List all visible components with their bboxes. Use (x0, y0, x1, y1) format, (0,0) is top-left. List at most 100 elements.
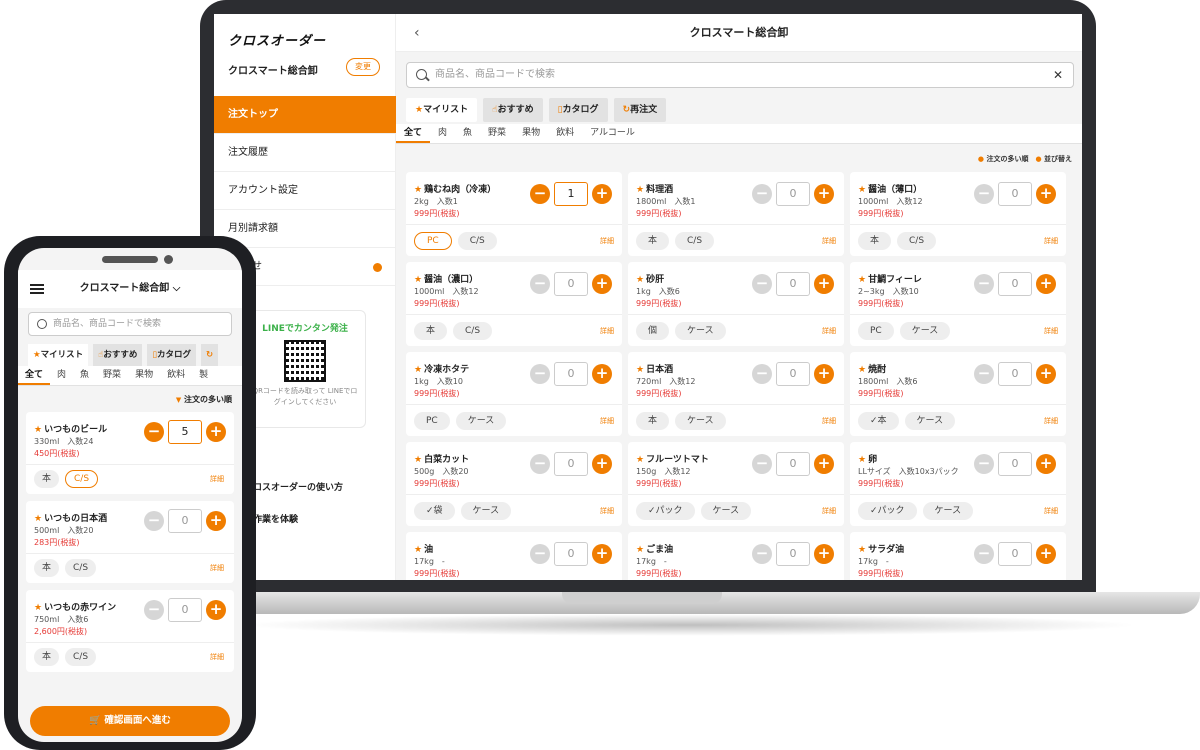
mobile-category-tab[interactable]: 果物 (128, 366, 160, 385)
plus-button[interactable]: + (592, 454, 612, 474)
star-icon[interactable]: ★ (414, 365, 422, 375)
mobile-category-tab[interactable]: 野菜 (96, 366, 128, 385)
minus-button[interactable]: − (144, 600, 164, 620)
plus-button[interactable]: + (206, 600, 226, 620)
unit-option[interactable]: 本 (34, 559, 60, 577)
plus-button[interactable]: + (592, 544, 612, 564)
mobile-search-input[interactable]: 商品名、商品コードで検索 (28, 312, 232, 336)
mobile-sort[interactable]: ▼ 注文の多い順 (176, 394, 232, 405)
unit-option[interactable]: C/S (65, 470, 99, 488)
plus-button[interactable]: + (814, 364, 834, 384)
category-tab[interactable]: 全て (396, 124, 431, 143)
star-icon[interactable]: ★ (858, 185, 866, 195)
quantity-input[interactable]: 0 (998, 272, 1032, 296)
detail-link[interactable]: 詳細 (210, 563, 224, 573)
quantity-input[interactable]: 0 (998, 362, 1032, 386)
unit-option[interactable]: ✓袋 (414, 502, 455, 520)
category-tab[interactable]: 果物 (514, 124, 548, 143)
minus-button[interactable]: − (974, 274, 994, 294)
star-icon[interactable]: ★ (636, 275, 644, 285)
unit-option[interactable]: C/S (65, 648, 97, 666)
mobile-tab-catalog[interactable]: ▯カタログ (147, 344, 197, 366)
quantity-input[interactable]: 0 (554, 362, 588, 386)
quantity-input[interactable]: 0 (776, 182, 810, 206)
star-icon[interactable]: ★ (34, 603, 42, 613)
detail-link[interactable]: 詳細 (600, 326, 614, 336)
minus-button[interactable]: − (974, 364, 994, 384)
sidebar-item-order-history[interactable]: 注文履歴 (214, 134, 396, 172)
plus-button[interactable]: + (1036, 274, 1056, 294)
plus-button[interactable]: + (1036, 454, 1056, 474)
confirm-button[interactable]: 🛒 確認画面へ進む (30, 706, 230, 736)
minus-button[interactable]: − (752, 454, 772, 474)
category-tab[interactable]: 肉 (430, 124, 455, 143)
detail-link[interactable]: 詳細 (600, 416, 614, 426)
minus-button[interactable]: − (530, 544, 550, 564)
mobile-shop-title[interactable]: クロスマート総合卸 ⌵ (80, 283, 181, 294)
plus-button[interactable]: + (1036, 544, 1056, 564)
sort-controls[interactable]: ● 注文の多い順 ● 並び替え (978, 154, 1072, 164)
detail-link[interactable]: 詳細 (1044, 506, 1058, 516)
quantity-input[interactable]: 0 (776, 272, 810, 296)
unit-option[interactable]: ケース (460, 502, 512, 520)
unit-option[interactable]: ✓本 (858, 412, 899, 430)
minus-button[interactable]: − (752, 274, 772, 294)
detail-link[interactable]: 詳細 (822, 326, 836, 336)
minus-button[interactable]: − (974, 184, 994, 204)
mobile-tab-recommend[interactable]: ☝おすすめ (93, 344, 143, 366)
quantity-input[interactable]: 0 (776, 362, 810, 386)
detail-link[interactable]: 詳細 (1044, 236, 1058, 246)
unit-option[interactable]: 個 (636, 322, 670, 340)
plus-button[interactable]: + (592, 364, 612, 384)
mobile-category-tab[interactable]: 魚 (73, 366, 96, 385)
plus-button[interactable]: + (206, 511, 226, 531)
quantity-input[interactable]: 5 (168, 420, 202, 444)
back-chevron-icon[interactable]: ‹ (414, 14, 420, 52)
detail-link[interactable]: 詳細 (600, 506, 614, 516)
plus-button[interactable]: + (814, 544, 834, 564)
detail-link[interactable]: 詳細 (210, 652, 224, 662)
mobile-tab-reorder[interactable]: ↻ (201, 344, 219, 366)
unit-option[interactable]: ケース (455, 412, 507, 430)
mobile-category-tab[interactable]: 全て (18, 366, 51, 385)
quantity-input[interactable]: 0 (776, 452, 810, 476)
quantity-input[interactable]: 0 (998, 452, 1032, 476)
unit-option[interactable]: ケース (904, 412, 956, 430)
minus-button[interactable]: − (144, 511, 164, 531)
menu-icon[interactable] (30, 284, 44, 294)
detail-link[interactable]: 詳細 (1044, 326, 1058, 336)
unit-option[interactable]: C/S (675, 232, 715, 250)
unit-option[interactable]: C/S (897, 232, 937, 250)
star-icon[interactable]: ★ (414, 455, 422, 465)
unit-option[interactable]: 本 (636, 232, 670, 250)
tab-mylist[interactable]: ★マイリスト (406, 98, 478, 122)
plus-button[interactable]: + (1036, 364, 1056, 384)
detail-link[interactable]: 詳細 (822, 506, 836, 516)
unit-option[interactable]: ✓パック (636, 502, 695, 520)
star-icon[interactable]: ★ (34, 514, 42, 524)
star-icon[interactable]: ★ (636, 185, 644, 195)
minus-button[interactable]: − (530, 364, 550, 384)
detail-link[interactable]: 詳細 (822, 416, 836, 426)
unit-option[interactable]: C/S (65, 559, 97, 577)
minus-button[interactable]: − (752, 544, 772, 564)
star-icon[interactable]: ★ (636, 545, 644, 555)
unit-option[interactable]: ケース (675, 322, 726, 340)
unit-option[interactable]: 本 (34, 470, 60, 488)
star-icon[interactable]: ★ (858, 275, 866, 285)
star-icon[interactable]: ★ (414, 185, 422, 195)
mobile-tab-mylist[interactable]: ★マイリスト (28, 344, 89, 366)
star-icon[interactable]: ★ (414, 545, 422, 555)
quantity-input[interactable]: 0 (554, 272, 588, 296)
plus-button[interactable]: + (814, 274, 834, 294)
unit-option[interactable]: ケース (675, 412, 726, 430)
category-tab[interactable]: 魚 (455, 124, 480, 143)
unit-option[interactable]: ケース (922, 502, 974, 520)
search-input[interactable]: 商品名、商品コードで検索 ✕ (406, 62, 1074, 88)
tab-catalog[interactable]: ▯カタログ (548, 98, 608, 122)
tab-reorder[interactable]: ↻再注文 (613, 98, 667, 122)
minus-button[interactable]: − (752, 184, 772, 204)
quantity-input[interactable]: 0 (776, 542, 810, 566)
quantity-input[interactable]: 1 (554, 182, 588, 206)
quantity-input[interactable]: 0 (168, 509, 202, 533)
